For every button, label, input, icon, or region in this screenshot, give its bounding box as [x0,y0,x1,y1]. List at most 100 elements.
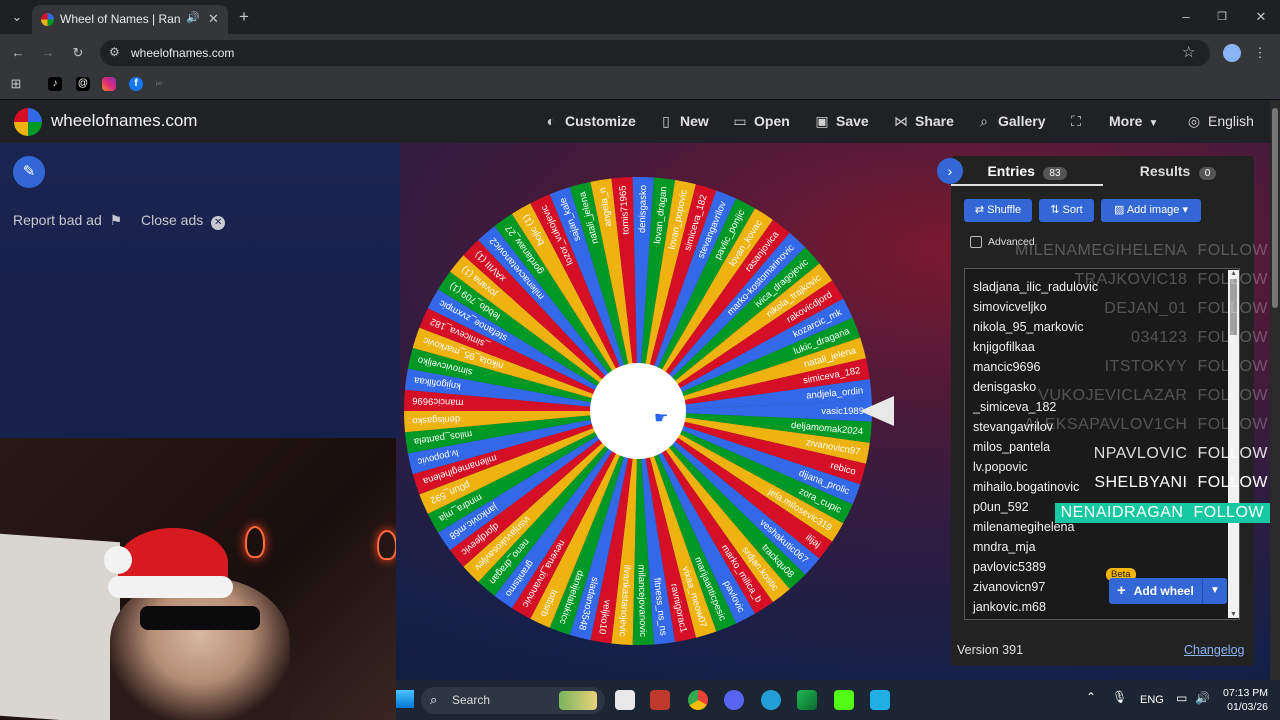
nav-new[interactable]: ▯ New [658,111,709,131]
url-text: wheelofnames.com [131,46,235,60]
restore-icon[interactable]: ❐ [1212,7,1232,27]
entries-list: sladjana_ilic_radulovic simovicveljko niko… [965,269,1239,617]
windows-start-icon[interactable] [396,690,414,708]
add-image-button[interactable]: ▨ Add image ▾ [1101,199,1201,222]
globe-icon: ◎ [1187,113,1201,129]
clock-date: 01/03/26 [1227,701,1268,713]
tab-entries[interactable]: Entries 83 [951,158,1103,186]
follow-alert: 034123 FOLLOW [1131,329,1268,347]
add-wheel-dropdown[interactable]: ▼ [1202,578,1227,604]
shuffle-button[interactable]: ⇄ Shuffle [964,199,1032,222]
forward-icon[interactable]: → [38,43,58,63]
task-view-icon[interactable] [615,690,635,710]
close-window-icon[interactable]: ✕ [1251,7,1271,27]
follow-alert: DEJAN_01 FOLLOW [1104,300,1268,318]
follow-alert: ALEKSAPAVLOV1CH FOLLOW [1024,416,1268,434]
follow-alert-action: FOLLOW [1197,445,1268,462]
microphone-icon[interactable]: 🎙 [1112,690,1127,704]
minimize-icon[interactable]: – [1176,7,1196,27]
fullscreen-button[interactable]: ⛶ [1068,111,1090,131]
tab-search-icon[interactable]: ⌄ [7,7,27,27]
nav-new-label: New [680,113,709,129]
volume-icon[interactable]: 🔊 [1195,691,1210,705]
notepad-icon[interactable] [870,690,890,710]
follow-alert: TRAJKOVIC18 FOLLOW [1074,271,1268,289]
nav-language[interactable]: ◎ English [1186,111,1254,131]
nav-gallery[interactable]: ⌕ Gallery [976,111,1045,131]
whiteboard-image [0,533,120,720]
language-indicator[interactable]: ENG [1140,694,1164,706]
wheel[interactable]: vasic1989deljamomak2024zivanovicn97rebic… [402,175,874,647]
nav-share-label: Share [915,113,954,129]
close-ads-label: Close ads [141,212,204,228]
neon-flame-icon [245,526,265,558]
tiktok-icon[interactable]: ♪ [48,77,62,91]
entry-item[interactable]: pavlovic5389 [965,557,1239,577]
page-scrollbar[interactable] [1270,100,1280,680]
wheel-slice-label: denisgasko [637,185,649,233]
page-scroll-thumb[interactable] [1272,108,1278,308]
wheel-center[interactable] [590,363,686,459]
sort-button[interactable]: ⇅ Sort [1039,199,1094,222]
speaker-icon[interactable]: 🔊 [186,11,200,24]
caret-down-icon: ▾ [1182,204,1189,216]
entry-item[interactable]: mndra_mja [965,537,1239,557]
back-icon[interactable]: ← [8,43,28,63]
wheel-slice-label: vasic1989 [821,406,864,417]
nav-save[interactable]: ▣ Save [814,111,869,131]
edit-button[interactable]: ✎ [13,156,45,188]
browser-menu-icon[interactable]: ⋮ [1250,43,1270,63]
close-ads-link[interactable]: Close ads ✕ [141,212,226,230]
follow-alert-action: FOLLOW [1197,300,1268,317]
report-bad-ad-link[interactable]: Report bad ad ⚑ [13,212,122,229]
profile-avatar[interactable] [1223,44,1241,62]
nav-share[interactable]: ⋈ Share [893,111,954,131]
report-label: Report bad ad [13,212,102,228]
kick-icon[interactable] [834,690,854,710]
advanced-checkbox[interactable] [970,236,982,248]
nav-save-label: Save [836,113,869,129]
save-icon: ▣ [815,113,829,129]
snipping-tool-icon[interactable] [650,690,670,710]
threads-icon[interactable]: @ [76,77,90,91]
follow-alert-action: FOLLOW [1197,358,1268,375]
nav-more[interactable]: More ▼ [1109,111,1158,131]
chrome-icon[interactable] [688,690,708,710]
follow-alert-action: FOLLOW [1197,329,1268,346]
telegram-icon[interactable] [761,690,781,710]
network-icon[interactable]: ▭ [1176,691,1187,705]
bookmark-icon[interactable]: ᵖᵉ [156,80,170,89]
address-bar[interactable]: ⚙ wheelofnames.com ☆ [100,40,1210,66]
tray-chevron-icon[interactable]: ⌃ [1086,690,1096,704]
taskbar-search[interactable]: ⌕ Search [421,687,605,714]
close-circle-icon: ✕ [211,216,226,230]
mouse-cursor-icon: ☛ [654,410,669,427]
entries-scrollbar[interactable]: ▲ ▼ [1228,270,1239,618]
logo-text[interactable]: wheelofnames.com [51,111,197,131]
sort-label: Sort [1062,204,1083,216]
bookmark-star-icon[interactable]: ☆ [1182,43,1195,61]
tab-results[interactable]: Results 0 [1103,158,1253,186]
nav-customize-label: Customize [565,113,636,129]
apps-grid-icon[interactable]: ⊞ [6,74,26,94]
image-icon: ▨ [1113,204,1125,216]
shuffle-icon: ⇄ [974,204,985,216]
app-icon[interactable] [797,690,817,710]
changelog-link[interactable]: Changelog [1184,643,1244,657]
browser-tab[interactable]: Wheel of Names | Random 🔊 ✕ [32,5,228,34]
entries-textarea[interactable]: sladjana_ilic_radulovic simovicveljko niko… [964,268,1240,620]
site-info-icon[interactable]: ⚙ [109,45,120,59]
tab-close-icon[interactable]: ✕ [208,11,219,27]
reload-icon[interactable]: ↻ [68,43,88,63]
instagram-icon[interactable] [102,77,116,91]
clock[interactable]: 07:13 PM 01/03/26 [1220,686,1268,714]
follow-alert-action: FOLLOW [1197,271,1268,288]
follow-alert-name: VUKOJEVICLAZAR [1038,387,1188,404]
facebook-icon[interactable]: f [129,77,143,91]
discord-icon[interactable] [724,690,744,710]
nav-open[interactable]: ▭ Open [732,111,789,131]
entries-count-badge: 83 [1043,167,1067,180]
nav-customize[interactable]: ◐ Customize [543,111,636,131]
logo-icon[interactable] [14,108,42,136]
new-tab-icon[interactable]: + [234,7,254,27]
